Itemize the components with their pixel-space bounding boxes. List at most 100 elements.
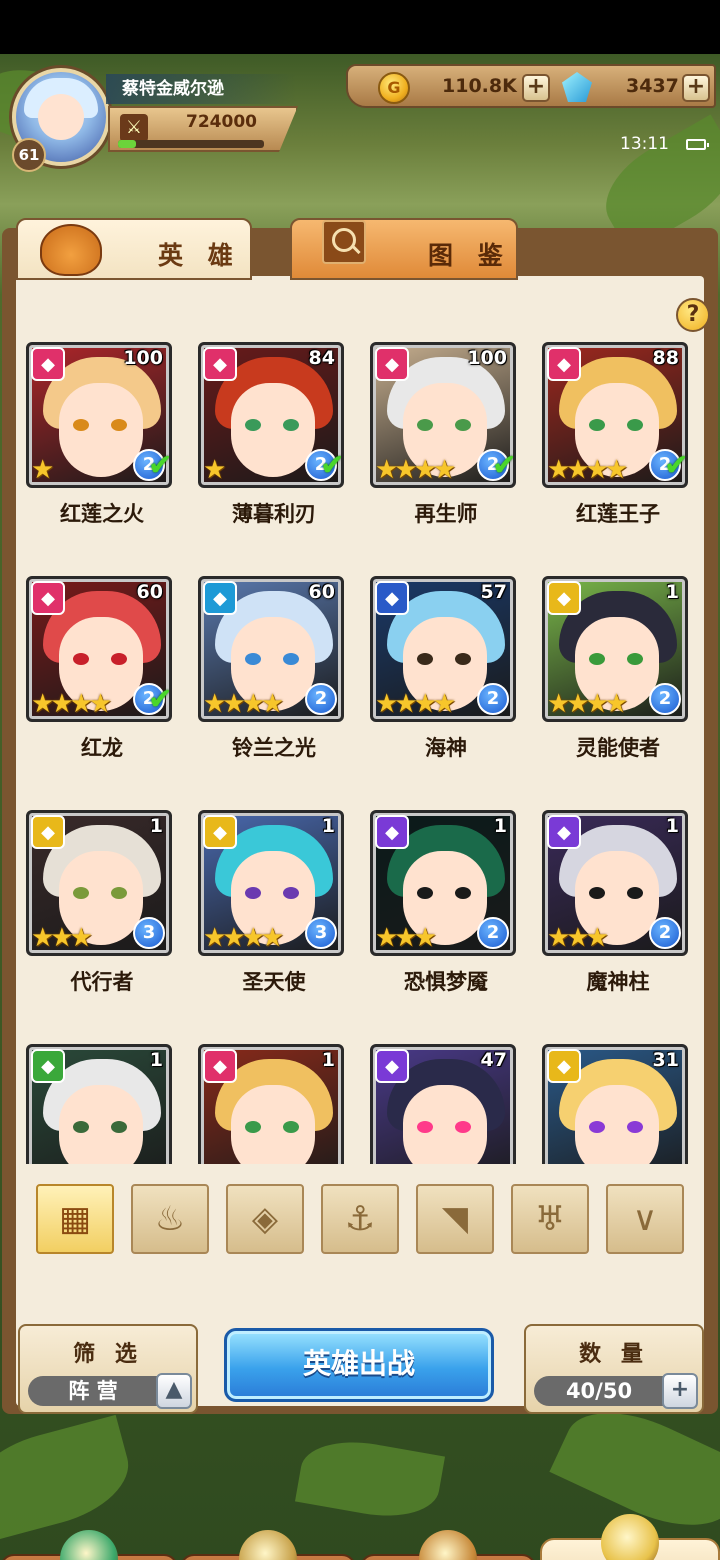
hero-name: 圣天使 xyxy=(242,970,306,994)
hero-name: 再生师 xyxy=(414,502,478,526)
hero-name: 薄暮利刃 xyxy=(232,502,316,526)
nav-hero-tab[interactable]: 英雄 xyxy=(540,1514,720,1560)
hero-face xyxy=(575,1085,659,1164)
hero-level: 60 xyxy=(136,581,163,603)
hero-level: 1 xyxy=(665,581,679,603)
add-gems-button[interactable]: + xyxy=(682,74,710,102)
game-scene: 61 蔡特金威尔逊 ⚔ 724000 G 110.8K + 3437 + 13:… xyxy=(0,54,720,1560)
hero-eye xyxy=(283,887,299,899)
hero-card[interactable]: ◆ 1 ★★★★ 2 灵能使者 xyxy=(532,572,704,806)
hero-eye xyxy=(589,1121,605,1133)
hero-eye xyxy=(455,1121,471,1133)
hero-grid: ◆ 100 ★ 2 ✔ 红莲之火 ◆ 84 ★ 2 ✔ 薄暮利刃 ◆ 100 ★★★★ 2 ✔ 再生师 ◆ 88 ★★★… xyxy=(16,338,704,1164)
hero-level: 100 xyxy=(123,347,163,369)
light-faction-icon: ◆ xyxy=(547,581,581,615)
hero-stars: ★★★★ xyxy=(203,923,284,953)
hero-name: 铃兰之光 xyxy=(232,736,316,760)
hero-card[interactable]: ◆ 1 xyxy=(188,1040,360,1164)
hero-face xyxy=(403,1085,487,1164)
tab-heroes-label: 英 雄 xyxy=(158,241,241,270)
hero-card[interactable]: ◆ 1 ★★★ 2 恐惧梦魇 xyxy=(360,806,532,1040)
hero-portrait: ◆ 60 ★★★★ 2 xyxy=(198,576,344,722)
hero-level: 60 xyxy=(308,581,335,603)
hero-stars: ★★★ xyxy=(31,923,93,953)
hero-stars: ★ xyxy=(31,455,54,485)
hero-face xyxy=(231,1085,315,1164)
hero-stars: ★★★★ xyxy=(547,455,628,485)
hero-name: 恐惧梦魇 xyxy=(404,970,488,994)
hero-eye xyxy=(111,653,127,665)
filter-all-button[interactable]: ▦ xyxy=(36,1184,114,1254)
add-gold-button[interactable]: + xyxy=(522,74,550,102)
nav-city-tab[interactable]: 主城 xyxy=(0,1530,178,1560)
hero-count-control: 数 量 40/50 + xyxy=(524,1324,704,1414)
hero-card[interactable]: ◆ 88 ★★★★ 2 ✔ 红莲王子 xyxy=(532,338,704,572)
hero-card[interactable]: ◆ 47 xyxy=(360,1040,532,1164)
hero-card[interactable]: ◆ 100 ★ 2 ✔ 红莲之火 xyxy=(16,338,188,572)
hero-eye xyxy=(417,1121,433,1133)
hero-face xyxy=(59,1085,143,1164)
hero-card[interactable]: ◆ 57 ★★★★ 2 海神 xyxy=(360,572,532,806)
player-level-badge: 61 xyxy=(12,138,46,172)
hero-eye xyxy=(111,1121,127,1133)
hero-eye xyxy=(73,653,89,665)
filter-nature-button[interactable]: ◥ xyxy=(416,1184,494,1254)
magnifier-icon xyxy=(322,220,366,264)
hero-level: 1 xyxy=(321,1049,335,1071)
filter-light-button[interactable]: ∨ xyxy=(606,1184,684,1254)
tab-codex[interactable]: 图 鉴 xyxy=(290,218,518,280)
hero-eye xyxy=(455,653,471,665)
hero-stars: ★★★★ xyxy=(375,689,456,719)
crossed-swords-icon: ⚔ xyxy=(120,114,148,142)
filter-toggle-button[interactable]: ▲ xyxy=(156,1373,192,1409)
hero-name: 代行者 xyxy=(70,970,134,994)
hero-stars: ★★★ xyxy=(547,923,609,953)
hero-eye xyxy=(589,887,605,899)
filter-fire-button[interactable]: ♨ xyxy=(131,1184,209,1254)
background-leaf xyxy=(294,1432,446,1526)
hero-card[interactable]: ◆ 31 xyxy=(532,1040,704,1164)
check-icon: ✔ xyxy=(663,448,688,483)
nav-battle-tab[interactable]: 战斗 xyxy=(180,1530,356,1560)
hero-level: 100 xyxy=(467,347,507,369)
hero-card[interactable]: ◆ 1 ★★★ 3 代行者 xyxy=(16,806,188,1040)
hero-card[interactable]: ◆ 1 ★★★ 2 魔神柱 xyxy=(532,806,704,1040)
hero-eye xyxy=(455,419,471,431)
gem-amount: 3437 xyxy=(626,75,679,97)
gem-icon xyxy=(562,72,592,102)
hero-card[interactable]: ◆ 100 ★★★★ 2 ✔ 再生师 xyxy=(360,338,532,572)
filter-title: 筛 选 xyxy=(73,1342,143,1367)
fire-faction-icon: ◆ xyxy=(375,347,409,381)
hero-eye xyxy=(73,1121,89,1133)
help-button[interactable]: ? xyxy=(676,298,710,332)
hero-card[interactable]: ◆ 1 xyxy=(16,1040,188,1164)
hero-eye xyxy=(245,1121,261,1133)
hero-eye xyxy=(417,887,433,899)
hero-portrait: ◆ 100 ★★★★ 2 ✔ xyxy=(370,342,516,488)
hero-grade-badge: 2 xyxy=(477,683,509,715)
tab-heroes[interactable]: 英 雄 xyxy=(16,218,252,280)
deploy-heroes-button[interactable]: 英雄出战 xyxy=(224,1328,494,1402)
filter-water-button[interactable]: ◈ xyxy=(226,1184,304,1254)
filter-anchor-button[interactable]: ⚓ xyxy=(321,1184,399,1254)
hero-eye xyxy=(627,653,643,665)
hero-card[interactable]: ◆ 84 ★ 2 ✔ 薄暮利刃 xyxy=(188,338,360,572)
check-icon: ✔ xyxy=(319,448,344,483)
check-icon: ✔ xyxy=(147,682,172,717)
filter-value: 阵 营 xyxy=(68,1379,118,1403)
hero-eye xyxy=(627,1121,643,1133)
hero-card[interactable]: ◆ 1 ★★★★ 3 圣天使 xyxy=(188,806,360,1040)
hero-grade-badge: 2 xyxy=(649,917,681,949)
filter-select[interactable]: 阵 营 ▲ xyxy=(28,1373,192,1409)
anchor-faction-icon: ◆ xyxy=(375,581,409,615)
nav-adventure-tab[interactable]: 冒险 xyxy=(360,1530,536,1560)
bottom-navigation: 主城战斗冒险英雄 xyxy=(0,1514,720,1560)
filter-dark-button[interactable]: ♅ xyxy=(511,1184,589,1254)
hero-portrait: ◆ 1 ★★★★ 3 xyxy=(198,810,344,956)
hero-level: 47 xyxy=(480,1049,507,1071)
clock: 13:11 xyxy=(620,134,669,154)
hero-card[interactable]: ◆ 60 ★★★★ 2 铃兰之光 xyxy=(188,572,360,806)
combat-power-value: 724000 xyxy=(186,112,257,132)
expand-capacity-button[interactable]: + xyxy=(662,1373,698,1409)
hero-card[interactable]: ◆ 60 ★★★★ 2 ✔ 红龙 xyxy=(16,572,188,806)
